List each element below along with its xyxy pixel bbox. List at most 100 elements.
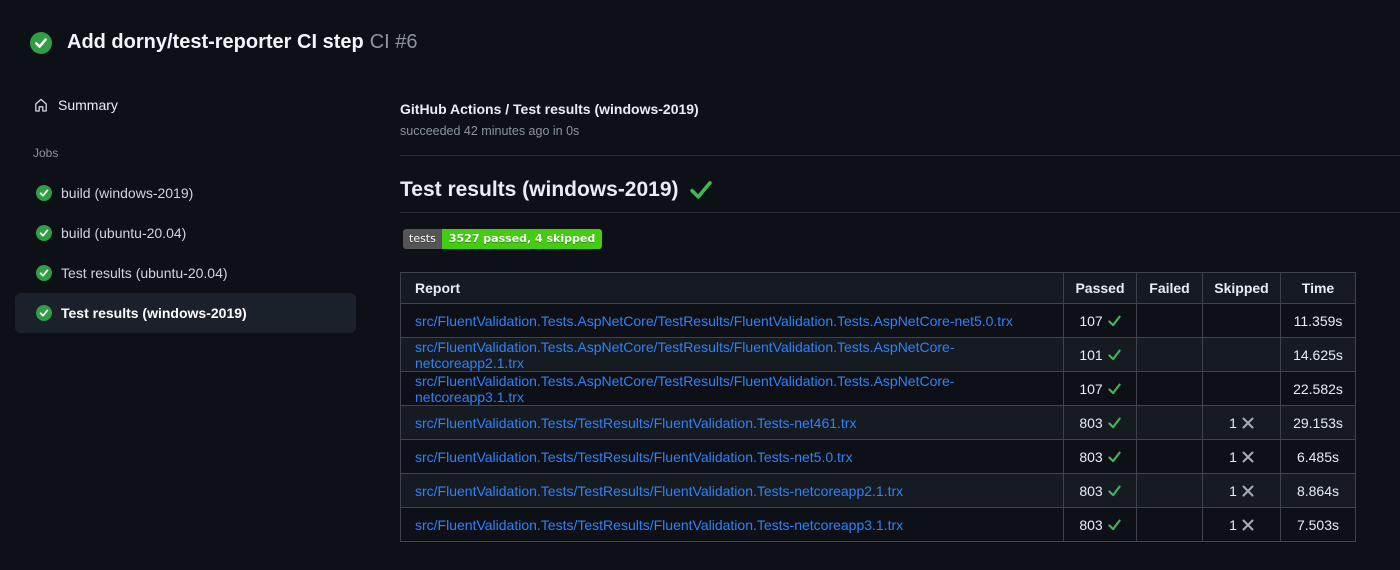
job-item-label: build (ubuntu-20.04)	[61, 225, 187, 241]
time-cell: 6.485s	[1280, 439, 1356, 474]
passed-check-icon	[1108, 315, 1121, 326]
skipped-cell: 1	[1202, 473, 1281, 508]
passed-count: 803	[1079, 482, 1103, 499]
skipped-count: 1	[1229, 448, 1237, 465]
report-link[interactable]: src/FluentValidation.Tests/TestResults/F…	[415, 517, 903, 533]
run-success-icon	[30, 31, 52, 54]
failed-cell	[1136, 473, 1203, 508]
skipped-count: 1	[1229, 482, 1237, 499]
passed-count: 107	[1079, 312, 1103, 329]
badge-value: 3527 passed, 4 skipped	[441, 229, 603, 249]
skipped-cell: 1	[1202, 405, 1281, 440]
table-row: src/FluentValidation.Tests/TestResults/F…	[400, 439, 1356, 474]
passed-check-icon	[1108, 349, 1121, 360]
table-row: src/FluentValidation.Tests/TestResults/F…	[400, 473, 1356, 508]
column-header-report: Report	[400, 272, 1064, 304]
section-heading: Test results (windows-2019)	[400, 178, 679, 201]
job-item-label: Test results (windows-2019)	[61, 305, 247, 321]
jobs-list: build (windows-2019) build (ubuntu-20.04)…	[15, 173, 356, 333]
passed-count: 803	[1079, 414, 1103, 431]
jobs-section-label: Jobs	[33, 146, 59, 160]
time-cell: 22.582s	[1280, 371, 1356, 406]
report-link[interactable]: src/FluentValidation.Tests.AspNetCore/Te…	[415, 339, 955, 371]
passed-cell: 101	[1063, 337, 1137, 372]
failed-cell	[1136, 303, 1203, 338]
skipped-cell: 1	[1202, 507, 1281, 542]
check-circle-icon	[36, 305, 52, 321]
skipped-cell	[1202, 303, 1281, 338]
report-link[interactable]: src/FluentValidation.Tests.AspNetCore/Te…	[415, 373, 955, 405]
table-row: src/FluentValidation.Tests.AspNetCore/Te…	[400, 303, 1356, 338]
passed-count: 107	[1079, 380, 1103, 397]
check-circle-icon	[36, 185, 52, 201]
report-link[interactable]: src/FluentValidation.Tests.AspNetCore/Te…	[415, 313, 1013, 329]
check-circle-icon	[36, 225, 52, 241]
check-circle-icon	[36, 265, 52, 281]
report-cell: src/FluentValidation.Tests.AspNetCore/Te…	[400, 371, 1064, 406]
passed-cell: 803	[1063, 507, 1137, 542]
column-header-skipped: Skipped	[1202, 272, 1281, 304]
table-row: src/FluentValidation.Tests/TestResults/F…	[400, 507, 1356, 542]
check-run-status: succeeded 42 minutes ago in 0s	[400, 124, 580, 138]
table-header-row: Report Passed Failed Skipped Time	[400, 272, 1356, 304]
time-cell: 7.503s	[1280, 507, 1356, 542]
time-cell: 29.153s	[1280, 405, 1356, 440]
report-link[interactable]: src/FluentValidation.Tests/TestResults/F…	[415, 415, 856, 431]
divider	[400, 212, 1400, 213]
sidebar-item-summary[interactable]: Summary	[15, 88, 355, 122]
results-table-body: src/FluentValidation.Tests.AspNetCore/Te…	[400, 303, 1356, 542]
failed-cell	[1136, 439, 1203, 474]
passed-cell: 803	[1063, 439, 1137, 474]
sidebar-job-item-2[interactable]: build (ubuntu-20.04)	[15, 213, 356, 253]
skipped-x-icon	[1242, 451, 1254, 462]
time-cell: 14.625s	[1280, 337, 1356, 372]
table-row: src/FluentValidation.Tests/TestResults/F…	[400, 405, 1356, 440]
sidebar-job-item-3[interactable]: Test results (ubuntu-20.04)	[15, 253, 356, 293]
column-header-failed: Failed	[1136, 272, 1203, 304]
passed-cell: 803	[1063, 473, 1137, 508]
skipped-x-icon	[1242, 485, 1254, 496]
table-row: src/FluentValidation.Tests.AspNetCore/Te…	[400, 337, 1356, 372]
passed-cell: 107	[1063, 303, 1137, 338]
report-cell: src/FluentValidation.Tests/TestResults/F…	[400, 439, 1064, 474]
passed-count: 803	[1079, 516, 1103, 533]
check-run-head: GitHub Actions / Test results (windows-2…	[400, 101, 699, 138]
report-cell: src/FluentValidation.Tests/TestResults/F…	[400, 405, 1064, 440]
failed-cell	[1136, 337, 1203, 372]
skipped-count: 1	[1229, 516, 1237, 533]
check-run-title: GitHub Actions / Test results (windows-2…	[400, 101, 699, 117]
failed-cell	[1136, 507, 1203, 542]
skipped-x-icon	[1242, 417, 1254, 428]
badge-label: tests	[403, 229, 442, 249]
passed-count: 803	[1079, 448, 1103, 465]
sidebar-summary-label: Summary	[58, 97, 118, 113]
column-header-passed: Passed	[1063, 272, 1137, 304]
skipped-count: 1	[1229, 414, 1237, 431]
run-number: CI #6	[369, 31, 418, 53]
divider	[400, 155, 1400, 156]
report-cell: src/FluentValidation.Tests/TestResults/F…	[400, 473, 1064, 508]
passed-cell: 803	[1063, 405, 1137, 440]
time-cell: 8.864s	[1280, 473, 1356, 508]
column-header-time: Time	[1280, 272, 1356, 304]
report-cell: src/FluentValidation.Tests/TestResults/F…	[400, 507, 1064, 542]
report-link[interactable]: src/FluentValidation.Tests/TestResults/F…	[415, 449, 853, 465]
skipped-x-icon	[1242, 519, 1254, 530]
results-table: Report Passed Failed Skipped Time src/Fl…	[400, 272, 1356, 542]
section-heading-row: Test results (windows-2019)	[400, 178, 712, 202]
passed-check-icon	[1108, 451, 1121, 462]
skipped-cell	[1202, 371, 1281, 406]
passed-check-icon	[1108, 519, 1121, 530]
run-header: Add dorny/test-reporter CI step CI #6	[30, 31, 418, 54]
report-link[interactable]: src/FluentValidation.Tests/TestResults/F…	[415, 483, 903, 499]
home-icon	[35, 98, 47, 112]
skipped-cell: 1	[1202, 439, 1281, 474]
passed-check-icon	[1108, 417, 1121, 428]
passed-check-icon	[1108, 485, 1121, 496]
job-item-label: Test results (ubuntu-20.04)	[61, 265, 228, 281]
failed-cell	[1136, 371, 1203, 406]
sidebar-job-item-1[interactable]: build (windows-2019)	[15, 173, 356, 213]
table-row: src/FluentValidation.Tests.AspNetCore/Te…	[400, 371, 1356, 406]
sidebar-job-item-4[interactable]: Test results (windows-2019)	[15, 293, 356, 333]
report-cell: src/FluentValidation.Tests.AspNetCore/Te…	[400, 337, 1064, 372]
